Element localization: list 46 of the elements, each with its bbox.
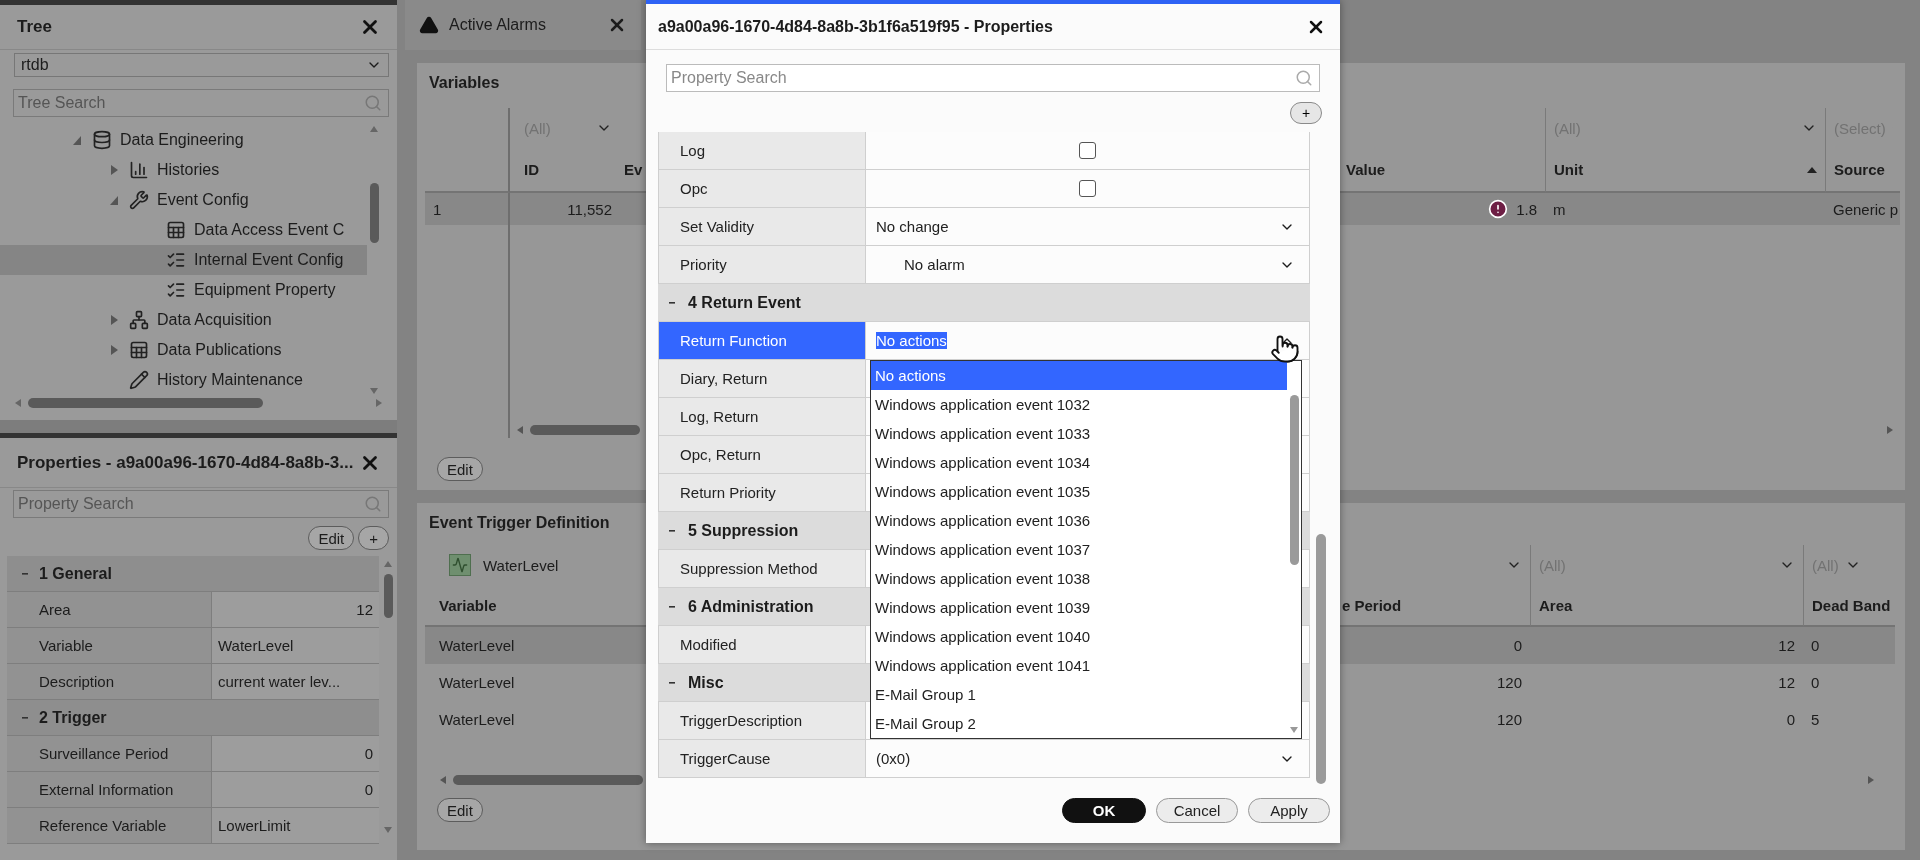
property-label: Priority	[659, 246, 866, 283]
row-number: 1	[433, 200, 442, 218]
property-label: Description	[7, 664, 212, 699]
property-label: Log, Return	[659, 398, 866, 435]
group-title: 5 Suppression	[688, 521, 799, 540]
property-label: Suppression Method	[659, 550, 866, 587]
table-cell: 0	[1811, 637, 1820, 654]
group-title: 4 Return Event	[688, 293, 801, 312]
property-label: TriggerCause	[659, 740, 866, 777]
property-label: Return Function	[659, 322, 866, 359]
table-cell: 1.8	[1516, 200, 1537, 218]
property-label: TriggerDescription	[659, 702, 866, 739]
table-cell: 0	[1811, 674, 1820, 691]
property-label: Diary, Return	[659, 360, 866, 397]
table-cell: WaterLevel	[439, 637, 515, 654]
table-cell: Generic p	[1833, 200, 1899, 218]
table-cell: 0	[1513, 637, 1522, 654]
property-label: Area	[7, 592, 212, 627]
property-label: External Information	[7, 772, 212, 807]
group-title: 2 Trigger	[39, 708, 107, 727]
property-label: Variable	[7, 628, 212, 663]
group-title: 6 Administration	[688, 597, 814, 616]
property-label: Return Priority	[659, 474, 866, 511]
panel-title: Tree	[17, 17, 52, 37]
group-title: Misc	[688, 673, 724, 692]
property-label: Set Validity	[659, 208, 866, 245]
property-label: Surveillance Period	[7, 736, 212, 771]
panel-title: Properties - a9a00a96-1670-4d84-8a8b-3...	[17, 452, 354, 473]
dialog-title: a9a00a96-1670-4d84-8a8b-3b1f6a519f95 - Properties	[658, 17, 1053, 36]
table-cell: m	[1553, 200, 1566, 218]
filter-value: WaterLevel	[483, 556, 559, 574]
table-cell: 0	[1786, 711, 1795, 728]
property-label: Opc	[659, 170, 866, 207]
property-label: Log	[659, 132, 866, 169]
table-cell: 12	[1778, 674, 1795, 691]
table-cell: 5	[1811, 711, 1820, 728]
group-title: 1 General	[39, 564, 112, 583]
table-cell: 120	[1496, 711, 1522, 728]
card-title: Event Trigger Definition	[429, 513, 610, 533]
table-cell: 11,552	[567, 200, 612, 218]
property-label: Opc, Return	[659, 436, 866, 473]
table-cell: 12	[1778, 637, 1795, 654]
property-label: Modified	[659, 626, 866, 663]
table-cell: 120	[1496, 674, 1522, 691]
card-title: Variables	[429, 73, 500, 93]
property-label: Reference Variable	[7, 808, 212, 843]
